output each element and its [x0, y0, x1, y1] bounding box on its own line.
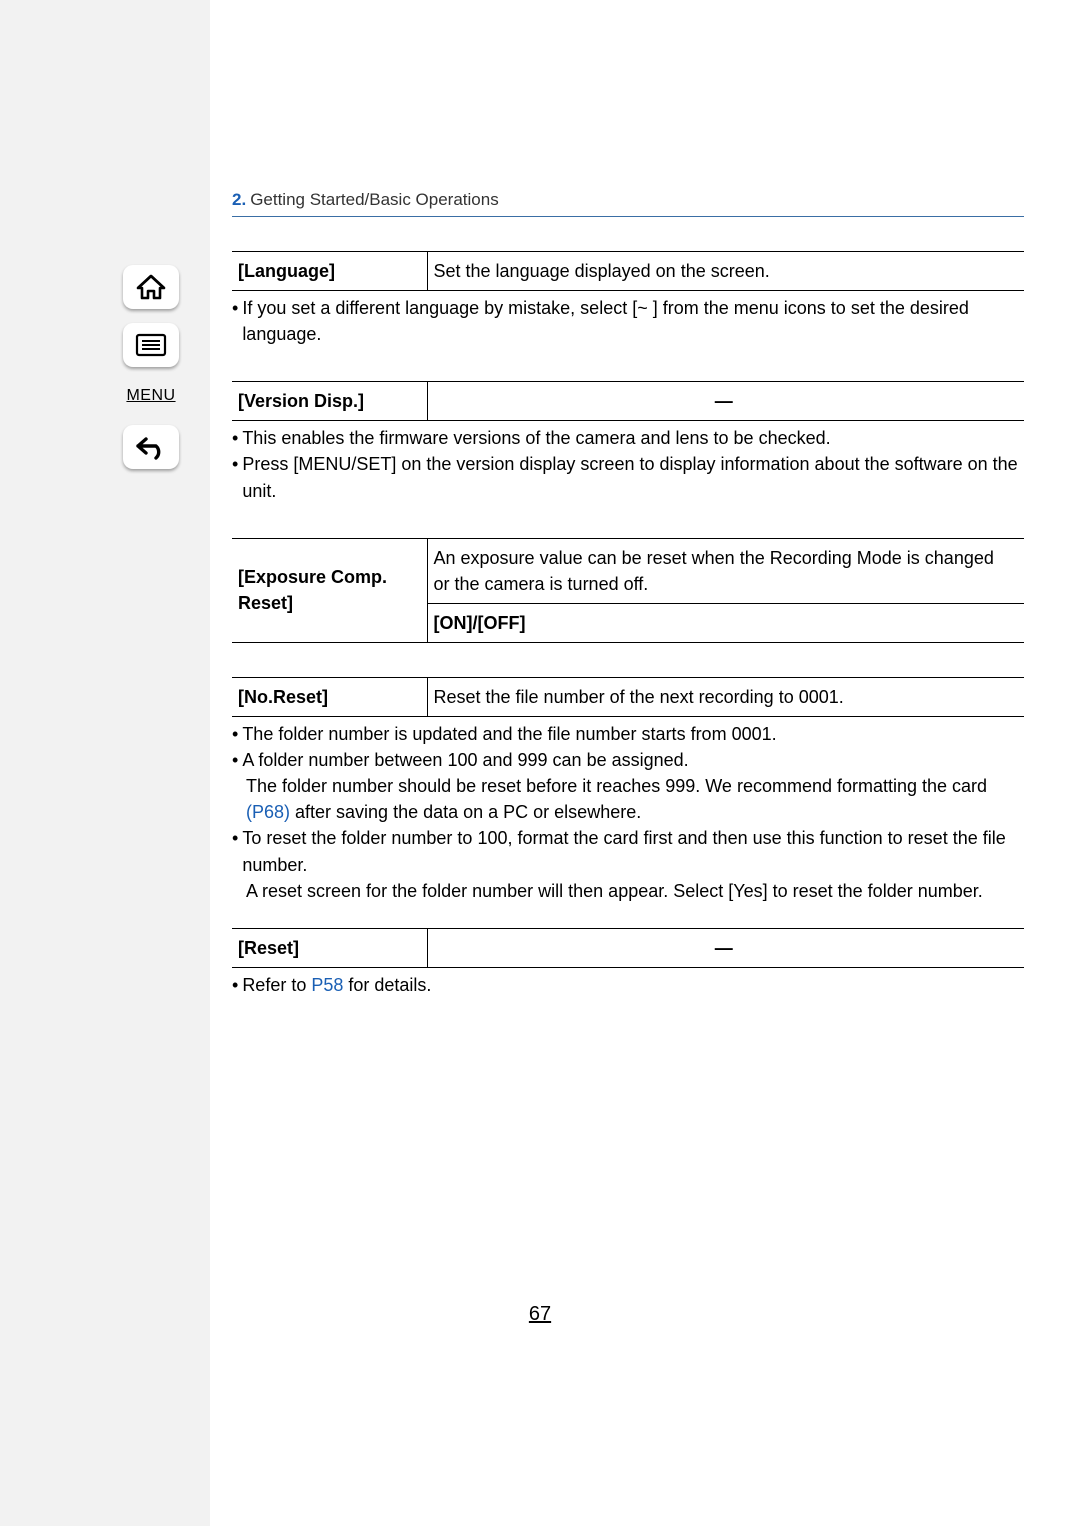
section-noreset: [No.Reset] Reset the file number of the … — [232, 677, 1024, 904]
sidebar: MENU — [0, 0, 210, 1526]
setting-name: [Language] — [232, 252, 427, 291]
breadcrumb-number: 2. — [232, 190, 246, 209]
note-text: If you set a different language by mista… — [242, 295, 1024, 347]
table-exposure: [Exposure Comp. Reset] An exposure value… — [232, 538, 1024, 643]
setting-name: [Reset] — [232, 928, 427, 967]
page-content: 2.Getting Started/Basic Operations [Lang… — [210, 0, 1080, 998]
setting-desc: Set the language displayed on the screen… — [427, 252, 1024, 291]
link-p58[interactable]: P58 — [311, 975, 343, 995]
setting-name: [No.Reset] — [232, 677, 427, 716]
table-reset: [Reset] — — [232, 928, 1024, 968]
setting-desc: — — [427, 928, 1024, 967]
table-row: [No.Reset] Reset the file number of the … — [232, 677, 1024, 716]
notes-noreset: •The folder number is updated and the fi… — [232, 721, 1024, 904]
section-exposure: [Exposure Comp. Reset] An exposure value… — [232, 538, 1024, 643]
note-text: To reset the folder number to 100, forma… — [242, 825, 1024, 877]
setting-desc: Reset the file number of the next record… — [427, 677, 1024, 716]
setting-desc: An exposure value can be reset when the … — [427, 538, 1024, 603]
sidebar-icons: MENU — [108, 265, 194, 469]
section-language: [Language] Set the language displayed on… — [232, 251, 1024, 347]
notes-reset: •Refer to P58 for details. — [232, 972, 1024, 998]
table-version: [Version Disp.] — — [232, 381, 1024, 421]
note-text: This enables the firmware versions of th… — [242, 425, 1024, 451]
table-row: [Language] Set the language displayed on… — [232, 252, 1024, 291]
home-icon[interactable] — [123, 265, 179, 309]
section-version: [Version Disp.] — •This enables the firm… — [232, 381, 1024, 503]
link-p68[interactable]: (P68) — [246, 802, 290, 822]
contents-icon[interactable] — [123, 323, 179, 367]
note-text: Refer to P58 for details. — [242, 972, 1024, 998]
table-noreset: [No.Reset] Reset the file number of the … — [232, 677, 1024, 717]
breadcrumb-title: Getting Started/Basic Operations — [250, 190, 499, 209]
table-row: [Exposure Comp. Reset] An exposure value… — [232, 538, 1024, 603]
setting-name: [Exposure Comp. Reset] — [232, 538, 427, 642]
setting-options: [ON]/[OFF] — [427, 603, 1024, 642]
note-text: Press [MENU/SET] on the version display … — [242, 451, 1024, 503]
setting-name: [Version Disp.] — [232, 382, 427, 421]
note-text: A reset screen for the folder number wil… — [232, 878, 1024, 904]
setting-desc: — — [427, 382, 1024, 421]
menu-button[interactable]: MENU — [126, 381, 175, 411]
notes-version: •This enables the firmware versions of t… — [232, 425, 1024, 503]
breadcrumb: 2.Getting Started/Basic Operations — [232, 190, 1024, 217]
note-text: The folder number should be reset before… — [232, 773, 1024, 825]
note-text: A folder number between 100 and 999 can … — [242, 747, 1024, 773]
notes-language: •If you set a different language by mist… — [232, 295, 1024, 347]
page-number: 67 — [0, 1303, 1080, 1326]
table-language: [Language] Set the language displayed on… — [232, 251, 1024, 291]
table-row: [Reset] — — [232, 928, 1024, 967]
back-icon[interactable] — [123, 425, 179, 469]
section-reset: [Reset] — •Refer to P58 for details. — [232, 928, 1024, 998]
note-text: The folder number is updated and the fil… — [242, 721, 1024, 747]
table-row: [Version Disp.] — — [232, 382, 1024, 421]
